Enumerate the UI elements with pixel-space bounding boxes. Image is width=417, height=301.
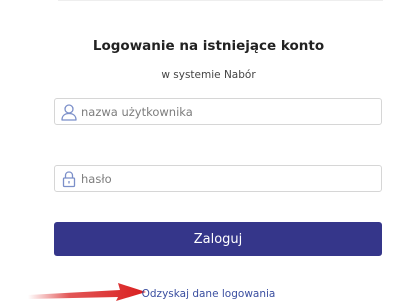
page-title: Logowanie na istniejące konto <box>92 38 325 54</box>
login-button[interactable]: Zaloguj <box>54 222 382 256</box>
password-field[interactable] <box>54 165 382 192</box>
page-subtitle: w systemie Nabór <box>161 69 256 81</box>
password-input[interactable] <box>81 171 371 186</box>
top-divider <box>58 0 383 1</box>
username-field[interactable] <box>54 98 382 125</box>
login-page: Logowanie na istniejące konto w systemie… <box>0 0 417 301</box>
lock-icon <box>60 170 78 188</box>
recover-credentials-link[interactable]: Odzyskaj dane logowania <box>0 288 417 300</box>
user-icon <box>60 103 78 121</box>
username-input[interactable] <box>81 104 371 119</box>
